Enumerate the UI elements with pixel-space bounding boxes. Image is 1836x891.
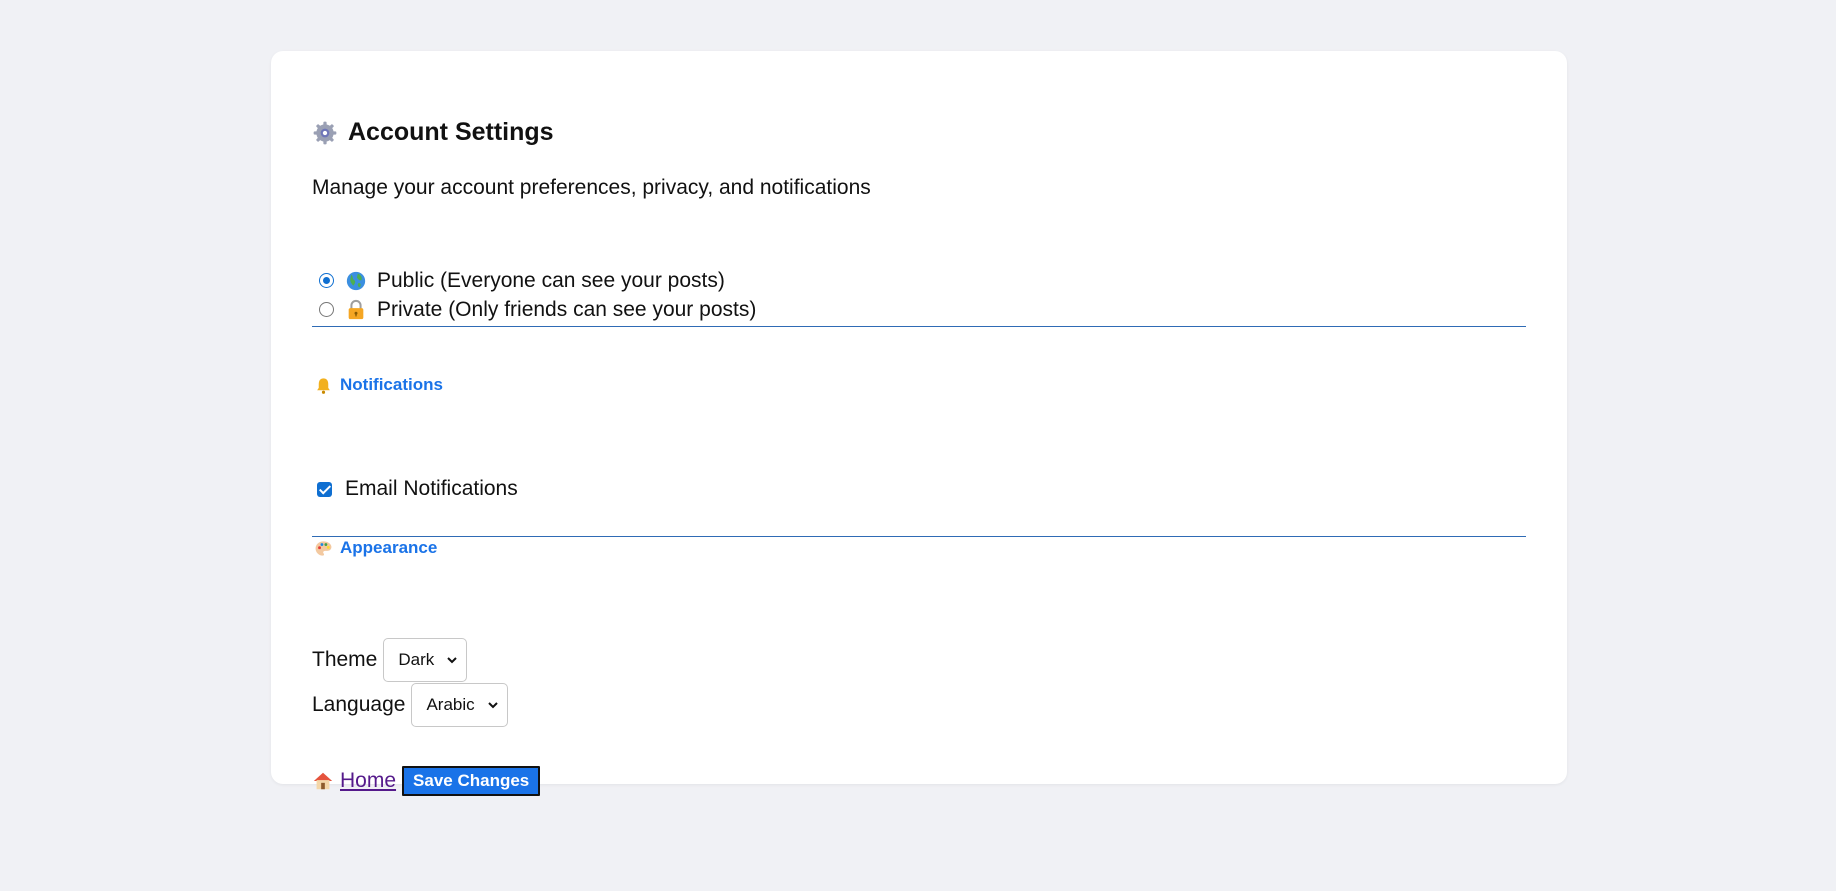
notifications-heading-label: Notifications: [340, 375, 443, 394]
palette-icon: [315, 540, 332, 556]
gear-icon: [313, 121, 337, 144]
appearance-heading: Appearance: [314, 538, 437, 558]
bell-icon: [317, 377, 330, 394]
theme-label: Theme: [312, 648, 378, 671]
theme-select[interactable]: Dark: [383, 638, 468, 682]
email-notifications-option[interactable]: Email Notifications: [317, 477, 518, 501]
lock-icon: [348, 299, 364, 319]
privacy-radio-group: Public (Everyone can see your posts) Pri…: [312, 266, 1526, 327]
home-link[interactable]: Home: [312, 769, 396, 793]
public-option-label: Public (Everyone can see your posts): [377, 268, 725, 292]
language-select[interactable]: Arabic: [411, 683, 508, 727]
theme-select-value: Dark: [398, 650, 435, 669]
language-field: Language Arabic: [312, 683, 508, 727]
chevron-down-icon: [447, 657, 457, 664]
public-radio[interactable]: [319, 273, 334, 288]
email-notifications-label: Email Notifications: [345, 477, 518, 500]
globe-icon: [346, 271, 366, 290]
theme-field: Theme Dark: [312, 638, 468, 682]
page-subtitle: Manage your account preferences, privacy…: [312, 176, 871, 199]
section-divider: [312, 536, 1526, 537]
private-option-label: Private (Only friends can see your posts…: [377, 297, 757, 321]
chevron-down-icon: [487, 702, 498, 709]
private-radio[interactable]: [319, 302, 334, 317]
form-actions: Home Save Changes: [312, 766, 541, 796]
language-select-value: Arabic: [426, 695, 475, 714]
privacy-option-private[interactable]: Private (Only friends can see your posts…: [312, 295, 1526, 324]
language-label: Language: [312, 693, 406, 716]
settings-card: Account Settings Manage your account pre…: [271, 51, 1567, 796]
email-notifications-checkbox[interactable]: [317, 481, 332, 497]
house-icon: [313, 772, 333, 790]
home-link-label: Home: [340, 769, 397, 792]
privacy-option-public[interactable]: Public (Everyone can see your posts): [312, 266, 1526, 295]
page-header: Account Settings: [312, 118, 554, 147]
notifications-heading: Notifications: [314, 375, 443, 395]
save-changes-button[interactable]: Save Changes: [402, 766, 541, 796]
page-title: Account Settings: [348, 118, 554, 146]
appearance-heading-label: Appearance: [340, 538, 438, 557]
